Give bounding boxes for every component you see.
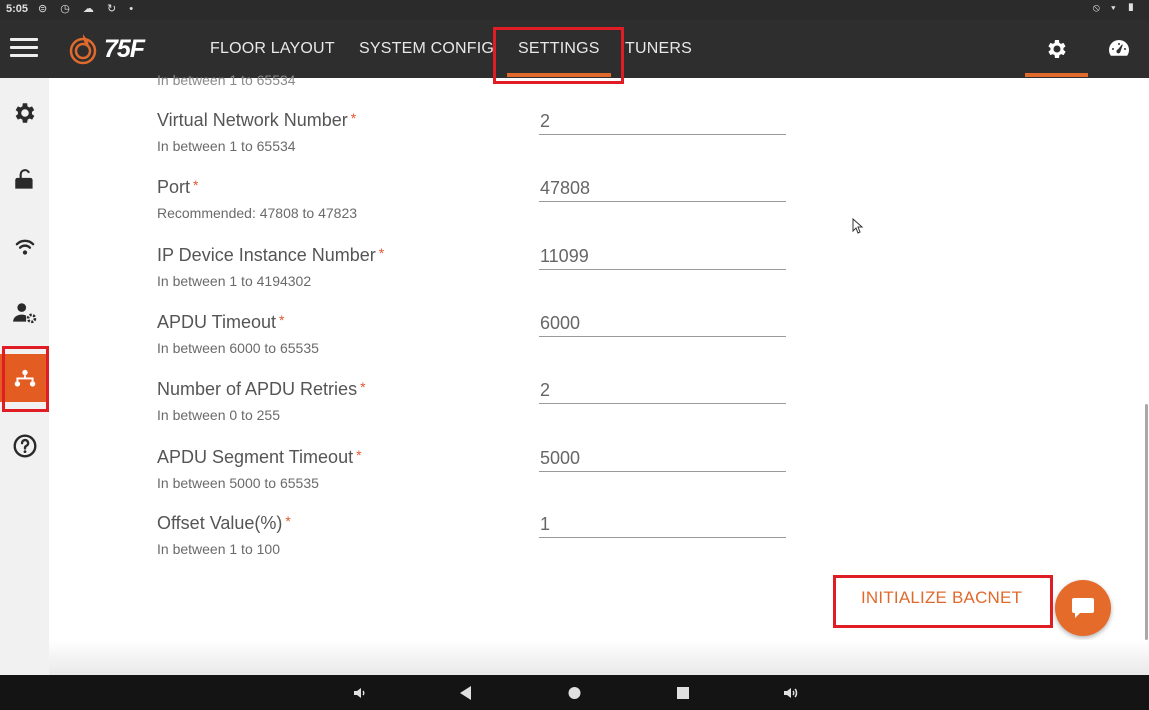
status-bar: 5:05 ⊜ ◷ ☁ ↻ • ⦸ ▾ ▮ (0, 0, 1149, 20)
apdu-timeout-input[interactable] (539, 310, 786, 337)
volume-down-icon[interactable] (352, 685, 368, 701)
logo-text: 75F (104, 35, 145, 63)
menu-icon[interactable] (10, 38, 38, 58)
tab-settings[interactable]: SETTINGS (518, 40, 600, 58)
port-input[interactable] (539, 175, 786, 202)
rail-item-help[interactable] (0, 421, 49, 469)
required-marker: * (350, 110, 357, 126)
field-hint: In between 1 to 100 (157, 541, 280, 557)
required-marker: * (279, 312, 285, 328)
field-label-apdu-timeout: APDU Timeout * (157, 312, 285, 332)
back-icon[interactable] (459, 685, 473, 701)
mouse-cursor-icon (852, 218, 864, 234)
side-rail (0, 78, 49, 675)
bottom-fade (49, 640, 1149, 675)
field-hint: In between 6000 to 65535 (157, 340, 319, 356)
network-hierarchy-icon (14, 369, 36, 387)
virtual-network-number-input[interactable] (539, 108, 786, 135)
flame-logo-icon (69, 34, 97, 65)
required-marker: * (193, 177, 199, 193)
tab-tuners[interactable]: TUNERS (625, 40, 692, 58)
field-label-number-of-apdu-retries: Number of APDU Retries * (157, 379, 366, 399)
rail-item-security[interactable] (0, 155, 49, 203)
field-hint: In between 1 to 65534 (157, 138, 296, 154)
field-label-offset-value: Offset Value(%) * (157, 513, 291, 533)
wifi-icon (15, 239, 35, 255)
chat-fab-button[interactable] (1055, 580, 1111, 636)
field-label-virtual-network-number: Virtual Network Number * (157, 110, 357, 130)
tab-floor-layout[interactable]: FLOOR LAYOUT (210, 40, 335, 58)
active-tab-indicator (507, 73, 611, 77)
rail-item-wifi[interactable] (0, 221, 49, 269)
field-hint: In between 0 to 255 (157, 407, 280, 423)
apdu-segment-timeout-input[interactable] (539, 445, 786, 472)
rail-item-user-settings[interactable] (0, 288, 49, 336)
rail-item-general-settings[interactable] (0, 88, 49, 136)
field-label-port: Port * (157, 177, 199, 197)
field-hint: In between 1 to 4194302 (157, 273, 312, 289)
android-nav-bar (0, 675, 1149, 710)
required-marker: * (285, 513, 291, 529)
status-time: 5:05 (6, 3, 29, 15)
bacnet-settings-panel: In between 1 to 65534 Virtual Network Nu… (49, 72, 1149, 675)
gear-icon (15, 103, 35, 123)
initialize-bacnet-button[interactable]: INITIALIZE BACNET (861, 588, 1022, 608)
ip-device-instance-number-input[interactable] (539, 243, 786, 270)
active-icon-indicator (1025, 73, 1088, 77)
field-hint: In between 5000 to 65535 (157, 475, 319, 491)
home-icon[interactable] (567, 685, 582, 701)
field-hint: Recommended: 47808 to 47823 (157, 205, 358, 221)
chat-icon (1072, 598, 1094, 618)
required-marker: * (360, 379, 366, 395)
dashboard-gauge-icon[interactable] (1107, 37, 1131, 61)
tab-system-config[interactable]: SYSTEM CONFIG (359, 40, 494, 58)
status-notification-icons: ⊜ ◷ ☁ ↻ • (38, 3, 139, 15)
status-system-icons: ⦸ ▾ ▮ (1092, 2, 1139, 14)
required-marker: * (356, 447, 362, 463)
volume-up-icon[interactable] (782, 685, 800, 701)
field-label-apdu-segment-timeout: APDU Segment Timeout * (157, 447, 362, 467)
rail-item-bacnet[interactable] (0, 354, 49, 402)
field-label-ip-device-instance-number: IP Device Instance Number * (157, 245, 385, 265)
gear-icon[interactable] (1045, 37, 1069, 61)
offset-value-input[interactable] (539, 511, 786, 538)
app-bar: 75F FLOOR LAYOUT SYSTEM CONFIG SETTINGS … (0, 20, 1149, 78)
recents-icon[interactable] (676, 685, 691, 701)
help-icon (13, 434, 37, 458)
unlock-icon (15, 169, 33, 189)
field-hint: In between 1 to 65534 (157, 72, 296, 88)
required-marker: * (378, 245, 385, 261)
scrollbar[interactable] (1145, 404, 1148, 640)
user-settings-icon (13, 303, 37, 324)
number-of-apdu-retries-input[interactable] (539, 377, 786, 404)
